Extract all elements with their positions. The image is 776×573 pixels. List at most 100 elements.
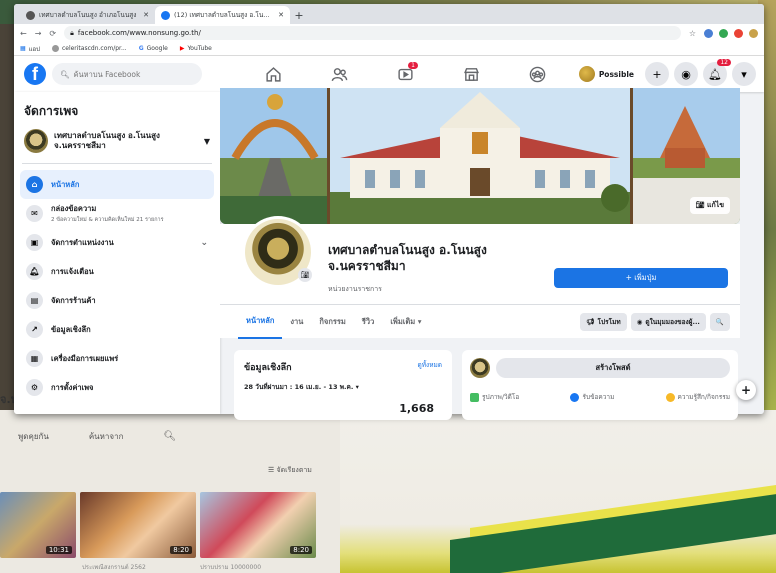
tab-events[interactable]: กิจกรรม <box>311 305 353 339</box>
divider <box>22 163 212 164</box>
messenger-icon[interactable]: ◉ <box>674 62 698 86</box>
feeling-activity-option[interactable]: ความรู้สึก/กิจกรรม <box>665 392 730 402</box>
camera-icon[interactable]: 📷︎ <box>298 268 312 282</box>
sidebar-page-name: เทศบาลตำบลโนนสูง อ.โนนสูง จ.นครราชสีมา <box>54 130 160 150</box>
cover-photo[interactable]: 📷︎ แก้ไข <box>220 88 740 224</box>
sidebar-item-inbox[interactable]: ✉ กล่องข้อความ 2 ข้อความใหม่ & ความคิดเห… <box>20 199 214 228</box>
sidebar-item-insights[interactable]: ↗ ข้อมูลเชิงลึก <box>20 315 214 344</box>
nav-icons: 1 <box>240 56 570 92</box>
edit-cover-button[interactable]: 📷︎ แก้ไข <box>689 197 730 214</box>
page-title: เทศบาลตำบลโนนสูง อ.โนนสูง จ.นครราชสีมา <box>328 243 487 274</box>
tab-jobs[interactable]: งาน <box>282 305 311 339</box>
sidebar-item-label: ข้อมูลเชิงลึก <box>51 324 91 334</box>
bookmark-star-icon[interactable]: ☆ <box>689 29 696 38</box>
gear-icon: ⚙ <box>26 379 43 396</box>
nav-groups-icon[interactable] <box>504 56 570 92</box>
browser-tab-active[interactable]: (12) เทศบาลตำบลโนนสูง อ.โนนสูง ✕ <box>155 6 290 24</box>
extension-icon[interactable] <box>719 28 728 38</box>
sidebar-item-notifications[interactable]: 🔔︎ การแจ้งเตือน <box>20 257 214 286</box>
page-search-button[interactable]: 🔍 <box>709 312 730 331</box>
video-duration: 8:20 <box>170 546 192 554</box>
close-tab-icon[interactable]: ✕ <box>143 11 149 19</box>
sidebar-item-publishing-tools[interactable]: ▦ เครื่องมือการเผยแพร่ <box>20 344 214 373</box>
option-label: ความรู้สึก/กิจกรรม <box>677 393 730 401</box>
facebook-top-nav: f 🔍︎ 1 Possibl <box>14 56 764 92</box>
photo-video-option[interactable]: รูปภาพ/วิดีโอ <box>470 392 519 402</box>
extension-icon[interactable] <box>734 28 743 38</box>
nav-friends-icon[interactable] <box>306 56 372 92</box>
promote-button[interactable]: 📢︎ โปรโมท <box>580 312 627 331</box>
close-tab-icon[interactable]: ✕ <box>278 11 284 19</box>
create-post-button[interactable]: สร้างโพสต์ <box>496 358 730 378</box>
sidebar-item-home[interactable]: ⌂ หน้าหลัก <box>20 170 214 199</box>
sidebar-item-settings[interactable]: ⚙ การตั้งค่าเพจ <box>20 373 214 402</box>
url-field[interactable]: 🔒︎ facebook.com/www.nonsung.go.th/ <box>64 26 681 40</box>
profile-avatar-icon[interactable] <box>749 28 758 38</box>
facebook-favicon-icon <box>161 10 170 20</box>
search-input[interactable] <box>73 69 184 79</box>
lower-tab-discussion[interactable]: พูดคุยกัน <box>18 430 49 443</box>
video-thumbnail[interactable]: 8:20 <box>200 492 316 558</box>
video-duration: 8:20 <box>290 546 312 554</box>
url-text: facebook.com/www.nonsung.go.th/ <box>77 29 201 37</box>
bookmark-google[interactable]: G Google <box>139 45 168 52</box>
create-plus-button[interactable]: + <box>645 62 669 86</box>
back-icon[interactable]: ← <box>20 29 27 38</box>
bookmark-youtube[interactable]: ▶ YouTube <box>180 45 212 52</box>
notifications-bell-icon[interactable]: 🔔︎ 12 <box>703 59 731 86</box>
publishing-icon: ▦ <box>26 350 43 367</box>
extension-icons <box>704 28 758 38</box>
facebook-logo-icon[interactable]: f <box>24 63 46 85</box>
profile-name: Possible <box>598 69 634 79</box>
view-as-button[interactable]: ◉ ดูในมุมมองของผู้... <box>630 312 706 331</box>
youtube-icon: ▶ <box>179 45 185 52</box>
messenger-icon <box>570 392 580 402</box>
page-profile-picture[interactable]: 📷︎ <box>242 216 314 288</box>
bookmarks-bar: ▦ แอป celeritascdn.com/pr... G Google ▶ You… <box>14 42 764 56</box>
lower-search-icon[interactable]: 🔍︎ <box>163 431 176 442</box>
bookmark-celeritas[interactable]: celeritascdn.com/pr... <box>51 45 127 52</box>
sidebar-page-selector[interactable]: เทศบาลตำบลโนนสูง อ.โนนสูง จ.นครราชสีมา ▼ <box>24 129 210 153</box>
lower-tab-search[interactable]: ค้นหาจาก <box>89 430 124 443</box>
tab-home[interactable]: หน้าหลัก <box>238 305 283 339</box>
photo-icon <box>470 392 479 402</box>
insights-title: ข้อมูลเชิงลึก <box>244 363 292 373</box>
new-tab-button[interactable]: + <box>290 6 308 24</box>
video-thumbnail[interactable]: 10:31 <box>0 492 76 558</box>
sidebar-item-shop[interactable]: ▤ จัดการร้านค้า <box>20 286 214 315</box>
nav-home-icon[interactable] <box>240 56 306 92</box>
google-icon: G <box>138 45 144 52</box>
insights-date-range[interactable]: 28 วันที่ผ่านมา : 16 เม.ย. - 13 พ.ค. ▾ <box>244 382 442 392</box>
nav-marketplace-icon[interactable] <box>438 56 504 92</box>
smiley-icon <box>665 392 675 402</box>
new-message-plus-button[interactable]: + <box>736 380 756 400</box>
video-duration: 10:31 <box>45 546 72 554</box>
bell-icon: 🔔︎ <box>26 263 43 280</box>
sidebar-item-jobs[interactable]: ▣ จัดการตำแหน่งงาน ⌄ <box>20 228 214 257</box>
video-caption: ปราบปราม 10000000 <box>200 564 262 571</box>
reload-icon[interactable]: ⟳ <box>49 29 56 38</box>
tab-reviews[interactable]: รีวิว <box>354 305 382 339</box>
add-button[interactable]: + เพิ่มปุ่ม <box>554 268 728 288</box>
page-seal-avatar <box>24 129 48 153</box>
bookmark-apps[interactable]: ▦ แอป <box>20 44 40 54</box>
get-messages-option[interactable]: รับข้อความ <box>570 392 614 402</box>
nav-watch-icon[interactable]: 1 <box>372 56 438 92</box>
account-menu-chevron-icon[interactable]: ▾ <box>732 62 756 86</box>
sidebar-item-label: การแจ้งเตือน <box>51 266 94 276</box>
browser-tab-title: (12) เทศบาลตำบลโนนสูง อ.โนนสูง <box>174 11 275 19</box>
sidebar-item-label: จัดการตำแหน่งงาน <box>51 237 114 247</box>
lower-sort-button[interactable]: ☰ จัดเรียงตาม <box>268 465 312 476</box>
create-post-card: สร้างโพสต์ รูปภาพ/วิดีโอ รับข้อความ ความ… <box>462 350 738 420</box>
video-thumbnail[interactable]: 8:20 <box>80 492 196 558</box>
forward-icon[interactable]: → <box>35 29 42 38</box>
see-all-link[interactable]: ดูทั้งหมด <box>418 360 442 374</box>
browser-tab[interactable]: เทศบาลตำบลโนนสูง อำเภอโนนสูง ✕ <box>20 6 155 24</box>
facebook-search-box[interactable]: 🔍︎ <box>52 63 202 85</box>
tab-more[interactable]: เพิ่มเติม ▾ <box>382 305 429 339</box>
profile-chip[interactable]: Possible <box>576 63 640 85</box>
home-icon: ⌂ <box>26 176 43 193</box>
extension-icon[interactable] <box>704 28 713 38</box>
page-actions: 📢︎ โปรโมท ◉ ดูในมุมมองของผู้... 🔍 <box>580 312 730 331</box>
promote-label: โปรโมท <box>597 317 621 326</box>
